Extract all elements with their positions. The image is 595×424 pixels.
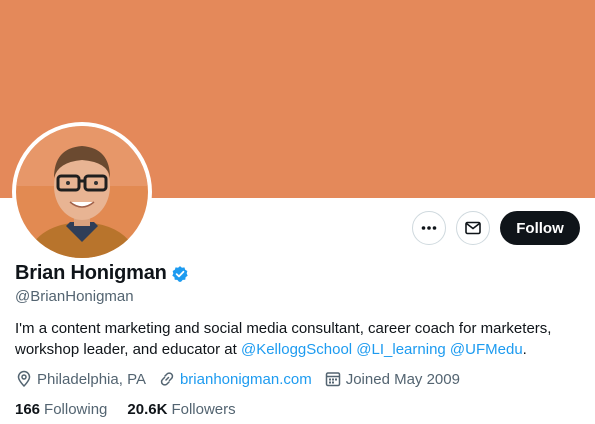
more-options-button[interactable]	[412, 211, 446, 245]
location-text: Philadelphia, PA	[37, 370, 146, 388]
message-button[interactable]	[456, 211, 490, 245]
following-count: 166	[15, 401, 41, 418]
avatar[interactable]	[12, 122, 152, 262]
follow-button[interactable]: Follow	[500, 211, 580, 245]
joined-text: Joined May 2009	[345, 370, 460, 388]
followers-count: 20.6K	[127, 401, 168, 418]
bio-end: .	[522, 341, 527, 358]
following-stat[interactable]: 166 Following	[15, 401, 107, 418]
following-label: Following	[44, 401, 108, 418]
profile-handle: @BrianHonigman	[15, 288, 134, 305]
mail-icon	[465, 221, 481, 235]
verified-badge-icon[interactable]	[171, 265, 189, 283]
profile-meta: Philadelphia, PA brianhonigman.com Joine…	[15, 370, 472, 388]
bio-mention-ufmedu[interactable]: @UFMedu	[450, 341, 523, 358]
profile-stats: 166 Following 20.6K Followers	[15, 401, 256, 418]
profile-name: Brian Honigman	[15, 262, 167, 284]
more-horizontal-icon	[421, 226, 437, 230]
website-link[interactable]: brianhonigman.com	[180, 371, 312, 388]
bio-mention-li-learning[interactable]: @LI_learning	[356, 341, 445, 358]
joined-item: Joined May 2009	[324, 370, 460, 388]
location-item: Philadelphia, PA	[15, 370, 146, 388]
profile-bio: I'm a content marketing and social media…	[15, 318, 585, 360]
followers-stat[interactable]: 20.6K Followers	[127, 401, 235, 418]
location-pin-icon	[17, 370, 31, 388]
bio-mention-kellogg[interactable]: @KelloggSchool	[241, 341, 352, 358]
website-item[interactable]: brianhonigman.com	[158, 370, 312, 388]
profile-name-row: Brian Honigman	[15, 262, 189, 285]
link-icon	[160, 372, 174, 386]
calendar-icon	[325, 372, 340, 387]
avatar-photo	[16, 126, 148, 258]
followers-label: Followers	[171, 401, 236, 418]
